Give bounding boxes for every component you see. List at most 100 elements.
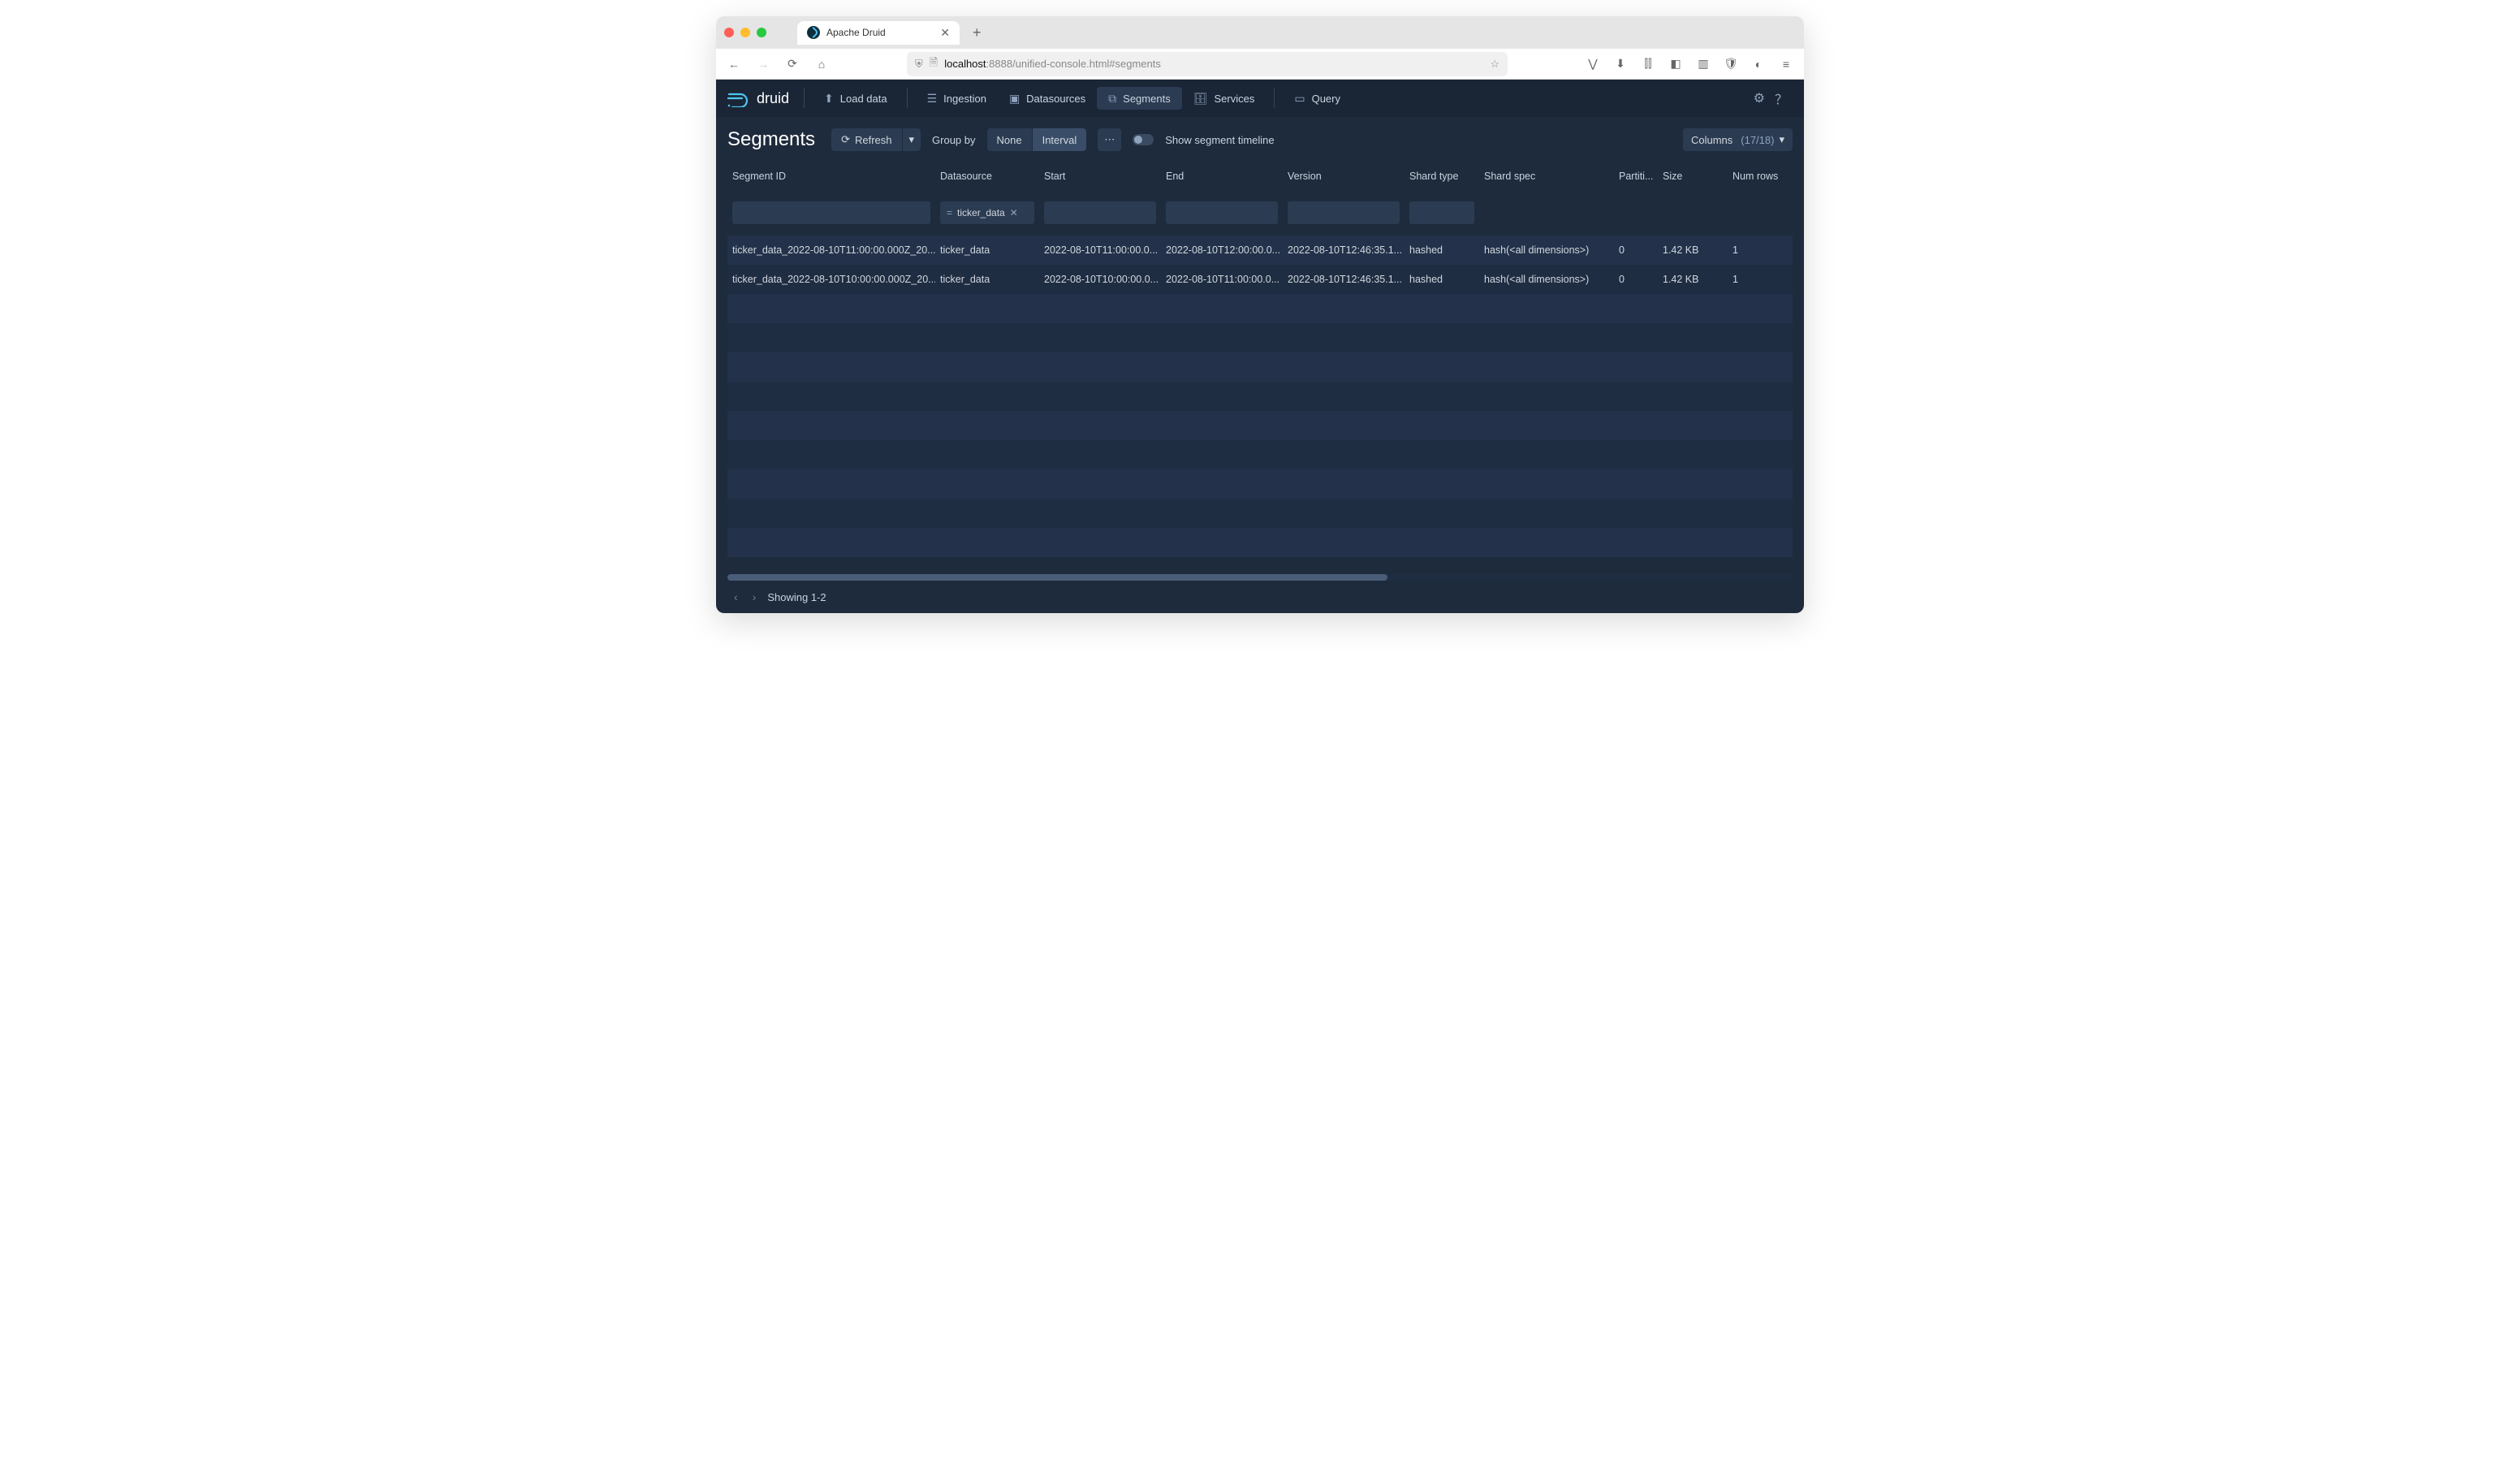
group-interval-button[interactable]: Interval	[1032, 128, 1087, 151]
table-filter-row: = ticker_data ✕	[727, 190, 1793, 236]
col-start[interactable]: Start	[1039, 171, 1161, 182]
table-row	[727, 323, 1793, 352]
table-row	[727, 352, 1793, 382]
col-num-rows[interactable]: Num rows	[1728, 171, 1788, 182]
table-row	[727, 411, 1793, 440]
group-none-button[interactable]: None	[987, 128, 1032, 151]
nav-reload-icon[interactable]: ⟳	[781, 53, 804, 76]
col-version[interactable]: Version	[1283, 171, 1405, 182]
nav-back-icon[interactable]: ←	[723, 53, 745, 76]
browser-right-icons: ⋁ ⬇ ⫿⫿ ◧ ▥ 🛡 ◐ ≡	[1581, 53, 1797, 76]
col-datasource[interactable]: Datasource	[935, 171, 1039, 182]
filter-datasource-value: ticker_data	[957, 207, 1005, 218]
cell: hashed	[1405, 244, 1479, 256]
more-button[interactable]: ⋯	[1098, 128, 1121, 151]
col-partition[interactable]: Partiti...	[1614, 171, 1658, 182]
table-row	[727, 469, 1793, 499]
sidebar-icon[interactable]: ◧	[1664, 53, 1687, 76]
table-row	[727, 382, 1793, 411]
filter-datasource-chip[interactable]: = ticker_data ✕	[940, 201, 1034, 224]
col-segment-id[interactable]: Segment ID	[727, 171, 935, 182]
more-icon: ⋯	[1104, 133, 1115, 146]
nav-segments[interactable]: ⧉ Segments	[1097, 87, 1182, 110]
equals-icon: =	[947, 207, 952, 218]
nav-services[interactable]: 🗄 Services	[1182, 87, 1266, 110]
nav-load-data-label: Load data	[840, 93, 887, 105]
nav-query[interactable]: ▭ Query	[1283, 87, 1352, 110]
pager-next-icon[interactable]: ›	[749, 590, 760, 603]
show-timeline-toggle[interactable]	[1133, 134, 1154, 145]
pager-showing: Showing 1-2	[767, 591, 826, 603]
druid-favicon-icon	[807, 26, 820, 39]
new-tab-button[interactable]: +	[966, 24, 988, 41]
extension2-icon[interactable]: ◐	[1747, 53, 1770, 76]
cell: 2022-08-10T10:00:00.0...	[1039, 274, 1161, 285]
url-rest: :8888/unified-console.html#segments	[986, 58, 1161, 70]
extension1-icon[interactable]: ▥	[1692, 53, 1715, 76]
divider	[804, 89, 805, 108]
segments-icon: ⧉	[1108, 92, 1116, 106]
pocket-icon[interactable]: ⋁	[1581, 53, 1604, 76]
window-controls	[724, 28, 766, 37]
browser-tab-bar: Apache Druid ✕ +	[716, 16, 1804, 49]
nav-datasources[interactable]: ▣ Datasources	[998, 87, 1097, 110]
nav-ingestion[interactable]: ☰ Ingestion	[916, 87, 998, 110]
table-row[interactable]: ticker_data_2022-08-10T11:00:00.000Z_20.…	[727, 236, 1793, 265]
nav-home-icon[interactable]: ⌂	[810, 53, 833, 76]
columns-label: Columns	[1691, 134, 1732, 146]
help-icon[interactable]: ？	[1770, 89, 1793, 108]
cell: ticker_data_2022-08-10T10:00:00.000Z_20.…	[727, 274, 935, 285]
col-shard-type[interactable]: Shard type	[1405, 171, 1479, 182]
ublock-icon[interactable]: 🛡	[1720, 53, 1742, 76]
window-minimize[interactable]	[740, 28, 750, 37]
table-row	[727, 294, 1793, 323]
cell: 1.42 KB	[1658, 274, 1728, 285]
druid-logo[interactable]: druid	[727, 89, 789, 107]
show-timeline-label: Show segment timeline	[1165, 134, 1274, 146]
col-size[interactable]: Size	[1658, 171, 1728, 182]
filter-start[interactable]	[1044, 201, 1156, 224]
col-end[interactable]: End	[1161, 171, 1283, 182]
table-body: ticker_data_2022-08-10T11:00:00.000Z_20.…	[727, 236, 1793, 574]
browser-tab[interactable]: Apache Druid ✕	[797, 21, 960, 45]
filter-version[interactable]	[1288, 201, 1400, 224]
filter-end[interactable]	[1166, 201, 1278, 224]
app-header: druid ⬆ Load data ☰ Ingestion ▣ Datasour…	[716, 80, 1804, 117]
address-bar[interactable]: ⛨ 🗎 localhost:8888/unified-console.html#…	[907, 52, 1508, 76]
window-close[interactable]	[724, 28, 734, 37]
refresh-button[interactable]: ⟳ Refresh	[831, 128, 901, 151]
bookmark-star-icon[interactable]: ☆	[1490, 58, 1499, 71]
cell: 2022-08-10T12:46:35.1...	[1283, 274, 1405, 285]
app-menu-icon[interactable]: ≡	[1775, 53, 1797, 76]
col-shard-spec[interactable]: Shard spec	[1479, 171, 1614, 182]
filter-shard-type[interactable]	[1409, 201, 1474, 224]
segments-table: Segment ID Datasource Start End Version …	[716, 162, 1804, 613]
cube-icon: ▣	[1009, 92, 1020, 106]
filter-segment-id[interactable]	[732, 201, 930, 224]
cell: hash(<all dimensions>)	[1479, 244, 1614, 256]
upload-icon: ⬆	[824, 92, 834, 106]
refresh-dropdown[interactable]: ▾	[902, 128, 921, 151]
clear-filter-icon[interactable]: ✕	[1010, 207, 1018, 218]
cell: hash(<all dimensions>)	[1479, 274, 1614, 285]
pager-prev-icon[interactable]: ‹	[731, 590, 741, 603]
scrollbar-thumb[interactable]	[727, 574, 1387, 581]
window-maximize[interactable]	[757, 28, 766, 37]
columns-count: (17/18)	[1741, 134, 1774, 146]
settings-gear-icon[interactable]: ⚙	[1749, 90, 1770, 106]
group-by-label: Group by	[932, 134, 975, 146]
library-icon[interactable]: ⫿⫿	[1637, 53, 1659, 76]
columns-button[interactable]: Columns (17/18) ▾	[1683, 128, 1793, 151]
tab-close-icon[interactable]: ✕	[940, 26, 950, 40]
cell: 1	[1728, 244, 1788, 256]
chevron-down-icon: ▾	[1779, 133, 1784, 146]
cell: 2022-08-10T12:46:35.1...	[1283, 244, 1405, 256]
cell: 0	[1614, 274, 1658, 285]
nav-query-label: Query	[1312, 93, 1340, 105]
table-row[interactable]: ticker_data_2022-08-10T10:00:00.000Z_20.…	[727, 265, 1793, 294]
cell: ticker_data_2022-08-10T11:00:00.000Z_20.…	[727, 244, 935, 256]
nav-load-data[interactable]: ⬆ Load data	[813, 87, 899, 110]
horizontal-scrollbar[interactable]	[727, 574, 1793, 581]
downloads-icon[interactable]: ⬇	[1609, 53, 1632, 76]
gantt-icon: ☰	[927, 92, 938, 106]
